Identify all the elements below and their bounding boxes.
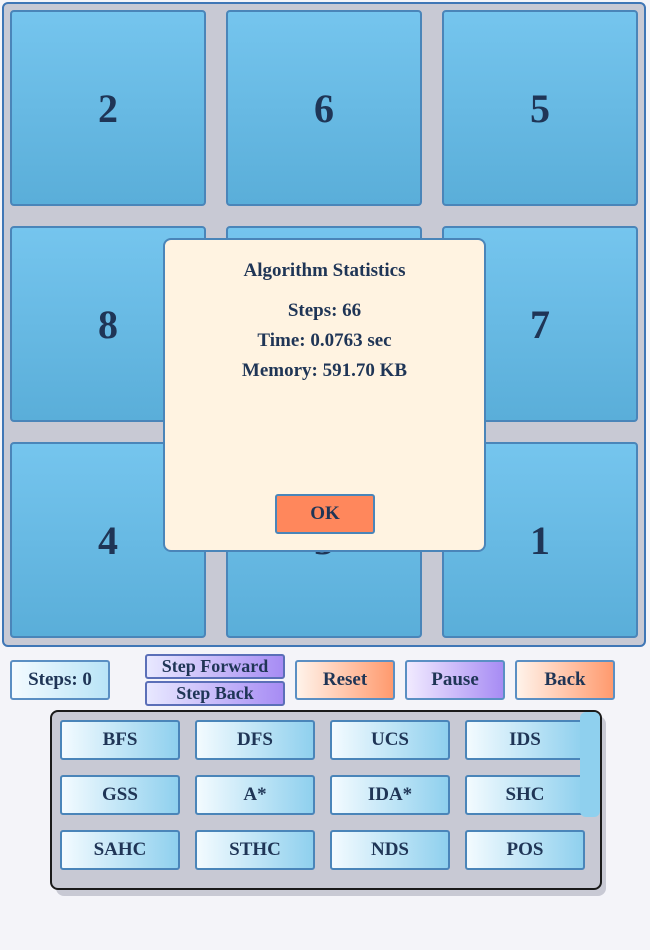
algo-bfs-button[interactable]: BFS — [60, 720, 180, 760]
algo-ucs-button[interactable]: UCS — [330, 720, 450, 760]
dialog-time: Time: 0.0763 sec — [257, 330, 392, 351]
dialog-steps: Steps: 66 — [287, 300, 362, 321]
algo-dfs-button[interactable]: DFS — [195, 720, 315, 760]
algo-astar-button[interactable]: A* — [195, 775, 315, 815]
algo-gss-button[interactable]: GSS — [60, 775, 180, 815]
ok-button[interactable]: OK — [275, 494, 375, 534]
algo-sahc-button[interactable]: SAHC — [60, 830, 180, 870]
algo-idastar-button[interactable]: IDA* — [330, 775, 450, 815]
back-button[interactable]: Back — [515, 660, 615, 700]
pause-button[interactable]: Pause — [405, 660, 505, 700]
algo-sthc-button[interactable]: STHC — [195, 830, 315, 870]
algo-shc-button[interactable]: SHC — [465, 775, 585, 815]
algo-nds-button[interactable]: NDS — [330, 830, 450, 870]
algo-ids-button[interactable]: IDS — [465, 720, 585, 760]
tile-r1c3[interactable]: 5 — [442, 10, 638, 206]
algo-pos-button[interactable]: POS — [465, 830, 585, 870]
step-forward-button[interactable]: Step Forward — [145, 654, 285, 679]
dialog-title: Algorithm Statistics — [243, 260, 406, 281]
step-back-button[interactable]: Step Back — [145, 681, 285, 706]
tile-r1c2[interactable]: 6 — [226, 10, 422, 206]
algorithm-panel-scrollbar[interactable] — [580, 712, 600, 817]
reset-button[interactable]: Reset — [295, 660, 395, 700]
algorithm-statistics-dialog: Algorithm Statistics Steps: 66 Time: 0.0… — [163, 238, 486, 552]
dialog-memory: Memory: 591.70 KB — [241, 360, 408, 381]
steps-counter: Steps: 0 — [10, 660, 110, 700]
tile-r1c1[interactable]: 2 — [10, 10, 206, 206]
